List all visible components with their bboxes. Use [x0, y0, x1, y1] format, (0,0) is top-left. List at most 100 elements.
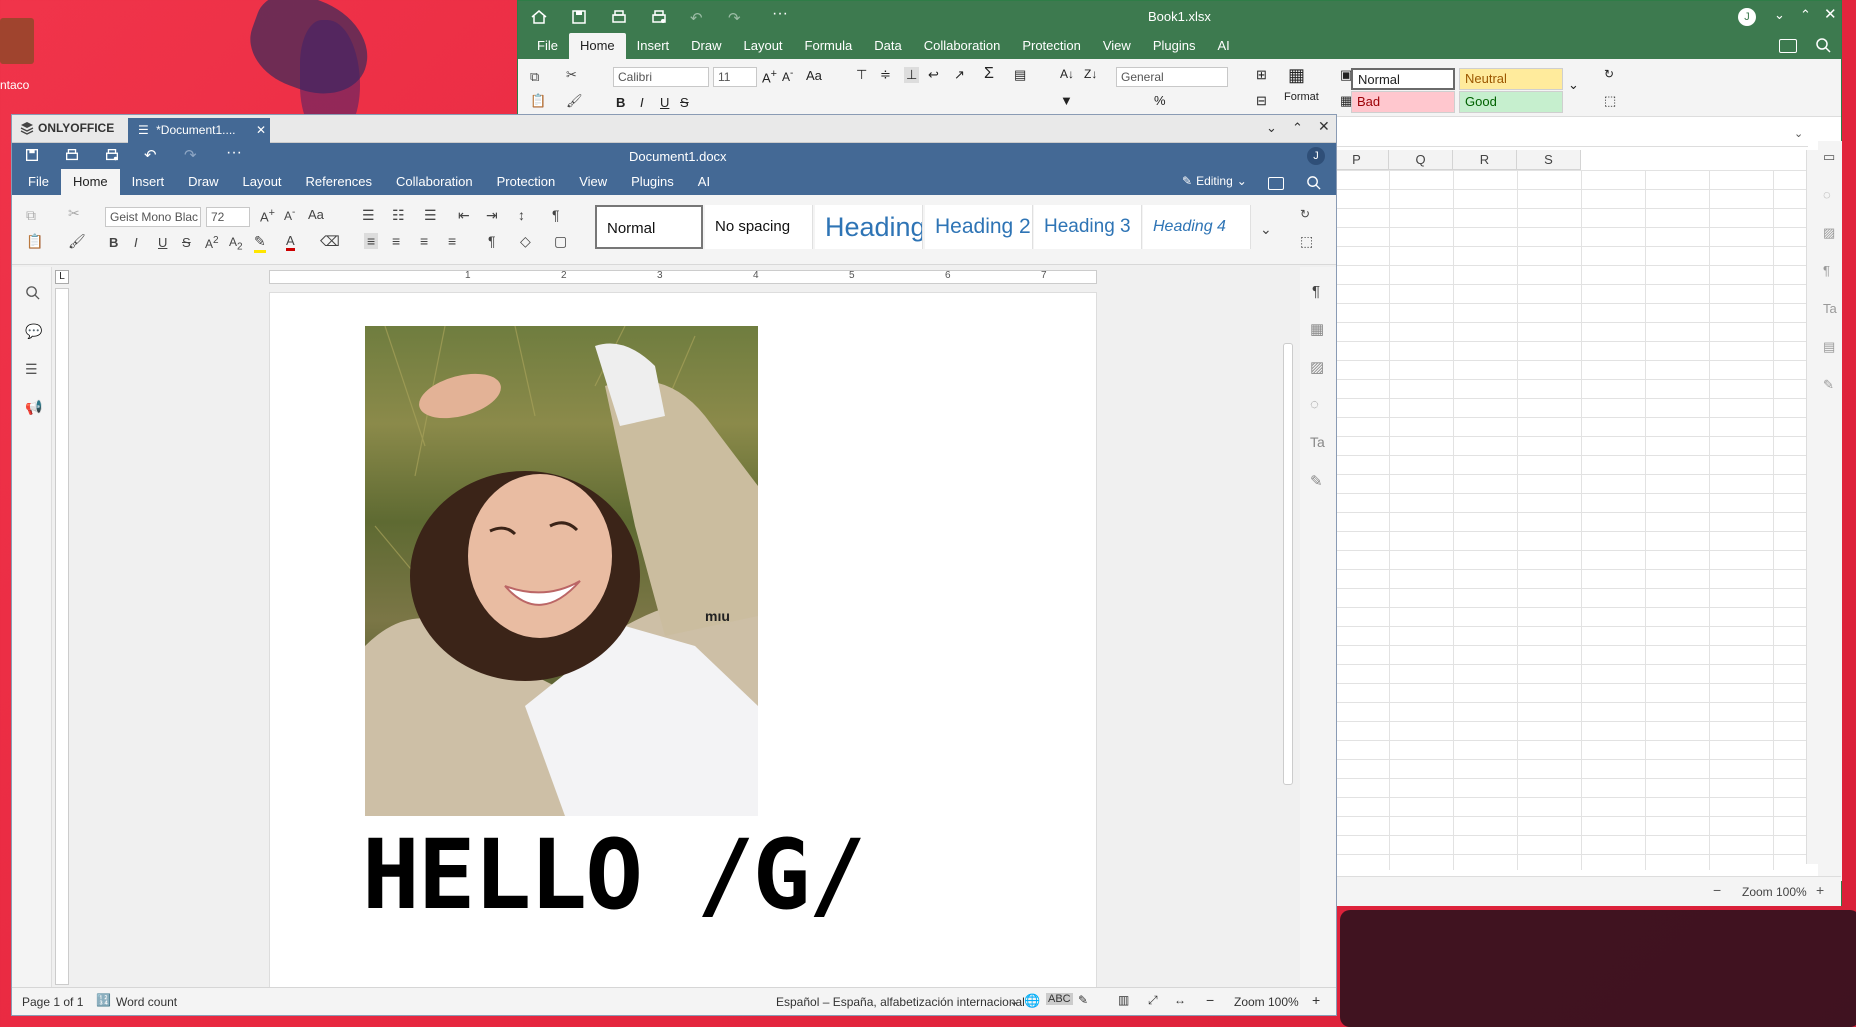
collapse-icon[interactable]: ⌄ — [1774, 7, 1785, 23]
delete-cells-icon[interactable]: ⊟ — [1256, 93, 1267, 109]
print-icon[interactable] — [64, 147, 80, 163]
image-settings-icon[interactable]: ▨ — [1823, 225, 1835, 241]
orientation-icon[interactable]: ↗ — [954, 67, 965, 83]
sheet-tab-draw[interactable]: Draw — [680, 33, 732, 59]
sum-icon[interactable]: Σ — [984, 65, 994, 83]
redo-icon[interactable]: ↷ — [728, 9, 741, 27]
close-tab-icon[interactable]: ✕ — [256, 118, 266, 143]
image-settings-icon[interactable]: ▨ — [1310, 358, 1324, 376]
signature-icon[interactable]: ✎ — [1823, 377, 1834, 393]
doc-tab-layout[interactable]: Layout — [231, 169, 294, 195]
minimize-icon[interactable]: ⌄ — [1266, 120, 1277, 136]
zoom-out-icon[interactable]: − — [1713, 882, 1721, 898]
scrollbar-thumb[interactable] — [1283, 343, 1293, 785]
superscript-icon[interactable]: A2 — [205, 235, 219, 251]
underline-icon[interactable]: U — [660, 95, 669, 110]
strikethrough-icon[interactable]: S — [680, 95, 689, 110]
tab-stop-selector[interactable]: L — [55, 270, 69, 284]
sheet-tab-layout[interactable]: Layout — [733, 33, 794, 59]
paragraph-settings-icon[interactable]: ¶ — [1312, 283, 1320, 300]
quick-print-icon[interactable] — [650, 8, 668, 26]
increase-font-icon[interactable]: A+ — [260, 207, 275, 224]
nonprinting-icon[interactable]: ¶ — [488, 233, 496, 249]
sheet-tab-view[interactable]: View — [1092, 33, 1142, 59]
borders-icon[interactable]: ▢ — [554, 233, 567, 250]
search-icon[interactable] — [1815, 37, 1831, 53]
font-name-select[interactable]: Geist Mono Blac — [105, 207, 201, 227]
change-case-icon[interactable]: Aa — [806, 68, 822, 83]
column-header[interactable]: S — [1517, 150, 1581, 170]
decrease-font-icon[interactable]: A- — [284, 207, 295, 223]
save-icon[interactable] — [570, 8, 588, 26]
italic-icon[interactable]: I — [640, 95, 644, 110]
document-tab[interactable]: ☰ *Document1.... ✕ — [128, 118, 270, 143]
paragraph-settings-icon[interactable]: ¶ — [1823, 263, 1830, 278]
underline-icon[interactable]: U — [158, 235, 167, 250]
line-spacing-icon[interactable]: ↕ — [518, 207, 525, 223]
formula-expand-icon[interactable]: ⌄ — [1794, 127, 1803, 140]
save-icon[interactable] — [24, 147, 40, 163]
page-indicator[interactable]: Page 1 of 1 — [22, 995, 83, 1009]
justify-icon[interactable]: ≡ — [448, 233, 456, 249]
zoom-in-icon[interactable]: + — [1816, 882, 1824, 898]
shape-settings-icon[interactable]: ◌ — [1310, 396, 1319, 413]
page-canvas[interactable]: mıu HELLO /G/ — [269, 292, 1097, 992]
user-avatar[interactable]: J — [1307, 147, 1325, 165]
format-painter-icon[interactable]: 🖌 — [68, 233, 86, 250]
sheet-tab-home[interactable]: Home — [568, 33, 626, 59]
bold-icon[interactable]: B — [616, 95, 625, 110]
doc-tab-references[interactable]: References — [294, 169, 384, 195]
open-location-icon[interactable] — [1779, 39, 1797, 53]
undo-icon[interactable]: ↶ — [690, 9, 703, 27]
font-color-icon[interactable]: A — [286, 233, 295, 251]
language-selector[interactable]: Español – España, alfabetización interna… — [776, 995, 1025, 1009]
align-left-icon[interactable]: ≡ — [364, 233, 379, 249]
undo-icon[interactable]: ↶ — [144, 146, 157, 164]
align-bottom-icon[interactable]: ⊥ — [904, 67, 920, 83]
table-settings-icon[interactable]: ▦ — [1310, 320, 1324, 338]
subscript-icon[interactable]: A2 — [229, 235, 243, 252]
feedback-icon[interactable]: 📢 — [25, 399, 42, 416]
style-bad[interactable]: Bad — [1351, 91, 1455, 113]
fit-width-icon[interactable]: ↔ — [1174, 993, 1186, 1007]
pivot-settings-icon[interactable]: ▤ — [1823, 339, 1835, 355]
multilevel-icon[interactable]: ☰ — [424, 207, 437, 224]
font-size-select[interactable]: 11 — [713, 67, 757, 87]
doc-tab-ai[interactable]: AI — [686, 169, 722, 195]
styles-expand-icon[interactable]: ⌄ — [1260, 221, 1272, 238]
style-heading-4[interactable]: Heading 4 — [1143, 205, 1251, 249]
font-name-select[interactable]: Calibri — [613, 67, 709, 87]
align-middle-icon[interactable]: ≑ — [880, 67, 891, 83]
shape-settings-icon[interactable]: ◌ — [1823, 187, 1831, 202]
format-painter-icon[interactable]: 🖌 — [566, 93, 584, 111]
format-table-icon[interactable]: ▦ — [1288, 65, 1305, 86]
view-mode-icon[interactable]: ▥ — [1118, 993, 1129, 1007]
sheet-tab-collaboration[interactable]: Collaboration — [913, 33, 1012, 59]
paragraph-mark-icon[interactable]: ¶ — [552, 207, 560, 223]
percent-icon[interactable]: % — [1154, 93, 1166, 108]
spellcheck-icon[interactable]: ABC — [1046, 993, 1073, 1005]
format-label[interactable]: Format — [1284, 91, 1319, 103]
named-range-icon[interactable]: ▤ — [1014, 67, 1026, 83]
sheet-tab-file[interactable]: File — [526, 33, 569, 59]
vertical-ruler[interactable] — [55, 288, 69, 985]
navigation-icon[interactable]: ☰ — [25, 361, 38, 378]
increase-indent-icon[interactable]: ⇥ — [486, 207, 498, 224]
copy-icon[interactable]: ⧉ — [26, 207, 36, 224]
more-icon[interactable]: ··· — [226, 144, 242, 162]
find-icon[interactable] — [25, 285, 40, 300]
sheet-tab-protection[interactable]: Protection — [1011, 33, 1092, 59]
cut-icon[interactable]: ✂ — [68, 205, 80, 222]
replace-icon[interactable]: ↻ — [1604, 67, 1614, 81]
doc-tab-home[interactable]: Home — [60, 169, 120, 195]
increase-font-icon[interactable]: A+ — [762, 68, 777, 85]
close-icon[interactable]: ✕ — [1824, 5, 1837, 23]
comments-icon[interactable]: 💬 — [25, 323, 42, 340]
sheet-tab-insert[interactable]: Insert — [626, 33, 681, 59]
style-neutral[interactable]: Neutral — [1459, 68, 1563, 90]
signature-icon[interactable]: ✎ — [1310, 472, 1323, 490]
strikethrough-icon[interactable]: S — [182, 235, 191, 250]
align-top-icon[interactable]: ⊤ — [856, 67, 867, 83]
column-header[interactable]: R — [1453, 150, 1517, 170]
shading-icon[interactable]: ◇ — [520, 233, 531, 250]
